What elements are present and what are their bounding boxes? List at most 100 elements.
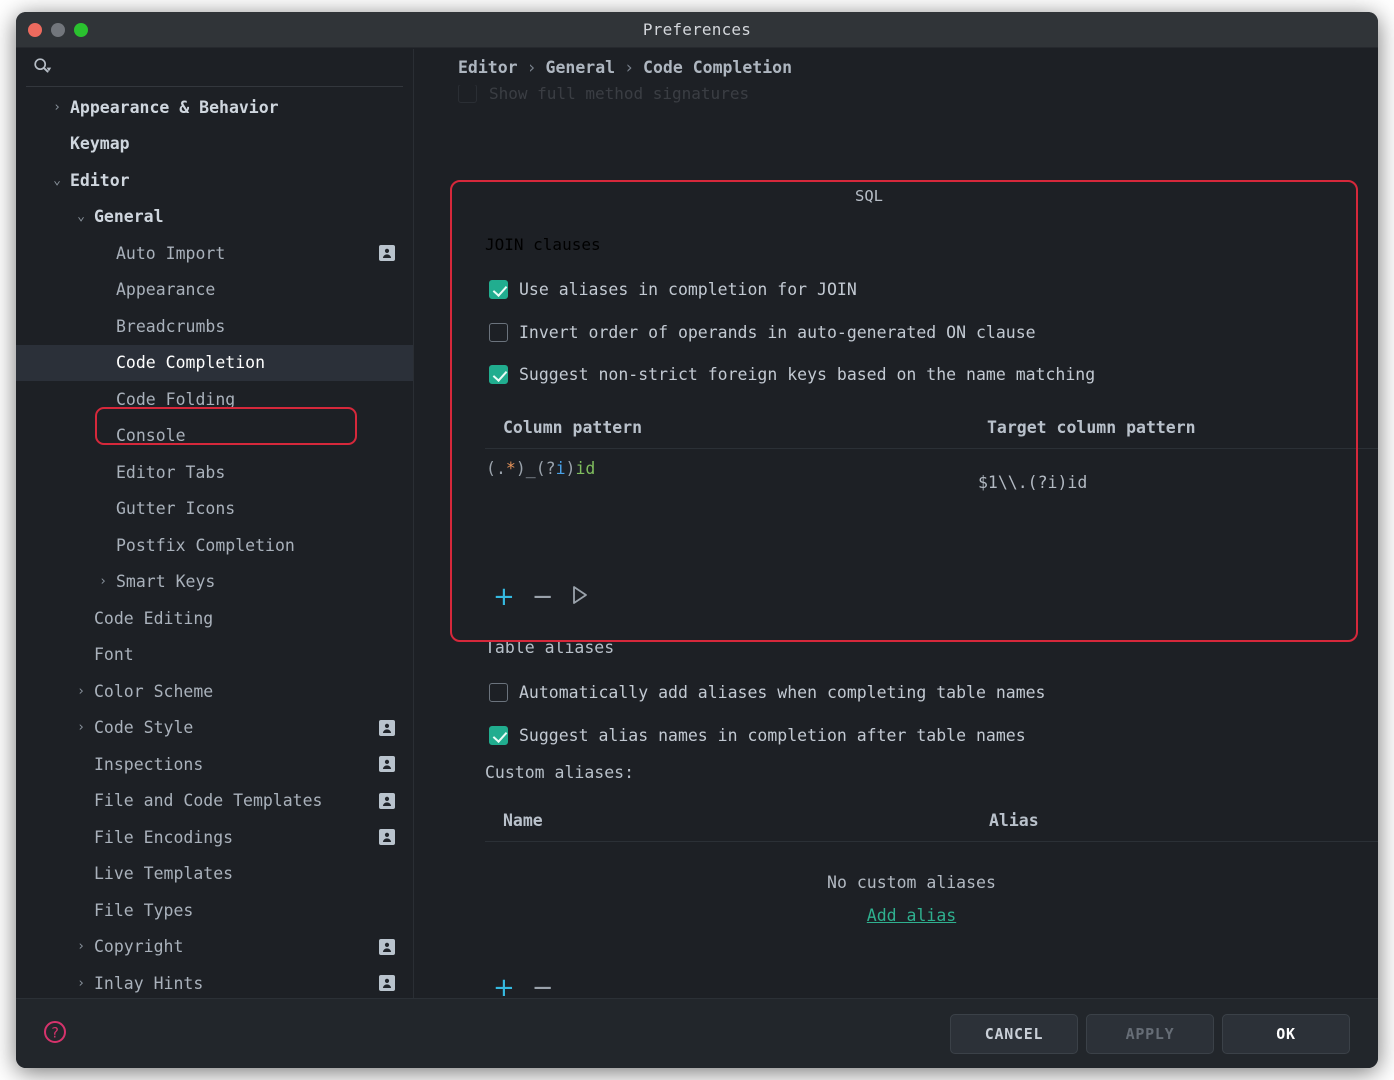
chevron-down-icon[interactable]: ⌄ (50, 174, 64, 187)
column-header-target-column-pattern: Target column pattern (987, 418, 1196, 437)
remove-pattern-button[interactable]: − (532, 584, 554, 610)
add-alias-link[interactable]: Add alias (867, 906, 956, 925)
sidebar-item-inlay-hints[interactable]: › Inlay Hints (16, 965, 413, 998)
chevron-right-icon[interactable]: › (74, 940, 88, 953)
column-header-column-pattern: Column pattern (503, 418, 643, 437)
sidebar-item-file-and-code-templates[interactable]: File and Code Templates (16, 783, 413, 820)
sidebar-item-label: Inlay Hints (94, 973, 204, 993)
sidebar-item-keymap[interactable]: Keymap (16, 126, 413, 163)
table-aliases-label: Table aliases (485, 638, 615, 657)
sidebar-item-code-folding[interactable]: Code Folding (16, 381, 413, 418)
custom-aliases-label: Custom aliases: (485, 763, 635, 782)
add-alias-button[interactable]: + (493, 975, 515, 998)
sidebar-item-label: Postfix Completion (116, 535, 295, 555)
sidebar-item-smart-keys[interactable]: › Smart Keys (16, 564, 413, 601)
sidebar-item-inspections[interactable]: Inspections (16, 746, 413, 783)
alias-table-toolbar: + − (493, 975, 554, 998)
chevron-down-icon[interactable]: ⌄ (74, 210, 88, 223)
sidebar-item-copyright[interactable]: › Copyright (16, 929, 413, 966)
sidebar-item-code-completion[interactable]: Code Completion (16, 344, 413, 381)
settings-main-panel: Show full method signatures SQL JOIN cla… (415, 49, 1378, 998)
option-use-aliases-in-completion-for-join[interactable]: Use aliases in completion for JOIN (489, 280, 857, 299)
sidebar-item-postfix-completion[interactable]: Postfix Completion (16, 527, 413, 564)
option-label: Use aliases in completion for JOIN (519, 280, 857, 299)
breadcrumb-separator: › (526, 57, 537, 77)
table-row-column-pattern[interactable]: (.*)_(?i)id (486, 459, 595, 478)
search-input[interactable] (60, 58, 403, 77)
chevron-right-icon[interactable]: › (74, 685, 88, 698)
sidebar-item-label: Code Editing (94, 608, 214, 628)
sidebar-item-code-style[interactable]: › Code Style (16, 710, 413, 747)
dialog-body: › Appearance & Behavior Keymap ⌄ Editor ⌄ Gene… (16, 49, 1378, 1068)
option-label: Show full method signatures (489, 84, 750, 103)
alias-table-empty-action-wrap: Add alias (485, 906, 1338, 925)
sidebar-item-general[interactable]: ⌄ General (16, 199, 413, 236)
chevron-right-icon[interactable]: › (96, 575, 110, 588)
sidebar-item-appearance-behavior[interactable]: › Appearance & Behavior (16, 89, 413, 126)
option-suggest-alias-names[interactable]: Suggest alias names in completion after … (489, 726, 1026, 745)
svg-text:?: ? (51, 1026, 59, 1042)
alias-table-empty-message: No custom aliases (827, 873, 996, 892)
sidebar-item-breadcrumbs[interactable]: Breadcrumbs (16, 308, 413, 345)
checkbox-suggest-non-strict-foreign-keys[interactable] (489, 365, 508, 384)
option-invert-order-of-operands[interactable]: Invert order of operands in auto-generat… (489, 323, 1036, 342)
sidebar-item-code-editing[interactable]: Code Editing (16, 600, 413, 637)
sidebar-item-console[interactable]: Console (16, 418, 413, 455)
sidebar-item-color-scheme[interactable]: › Color Scheme (16, 673, 413, 710)
preferences-window: Preferences › Appearance & Behavior Keymap… (16, 12, 1378, 1068)
settings-tree: › Appearance & Behavior Keymap ⌄ Editor ⌄ Gene… (16, 89, 413, 998)
sidebar-item-editor-tabs[interactable]: Editor Tabs (16, 454, 413, 491)
cell-column-pattern[interactable]: (.*)_(?i)id (486, 459, 595, 478)
sidebar-item-label: Editor Tabs (116, 462, 226, 482)
run-icon[interactable] (571, 585, 589, 609)
sql-group-label: SQL (855, 187, 883, 205)
checkbox-suggest-alias-names[interactable] (489, 726, 508, 745)
sidebar-item-label: Code Completion (116, 353, 266, 373)
window-title: Preferences (642, 20, 752, 39)
checkbox-show-full-method-signatures[interactable] (458, 84, 477, 103)
clipped-option-show-full-method-signatures: Show full method signatures (458, 84, 749, 103)
sidebar-item-file-types[interactable]: File Types (16, 892, 413, 929)
project-scope-icon (379, 245, 395, 262)
sidebar-search-row[interactable] (26, 49, 403, 87)
sidebar-item-file-encodings[interactable]: File Encodings (16, 819, 413, 856)
checkbox-use-aliases-in-completion-for-join[interactable] (489, 280, 508, 299)
sidebar-item-label: Copyright (94, 937, 184, 957)
add-pattern-button[interactable]: + (493, 584, 515, 610)
checkbox-invert-order-of-operands[interactable] (489, 323, 508, 342)
breadcrumb-item[interactable]: General (546, 58, 616, 77)
sidebar-item-live-templates[interactable]: Live Templates (16, 856, 413, 893)
option-automatically-add-aliases[interactable]: Automatically add aliases when completin… (489, 683, 1046, 702)
sidebar-item-label: File Types (94, 900, 194, 920)
project-scope-icon (379, 756, 395, 773)
project-scope-icon (379, 829, 395, 846)
settings-sidebar: › Appearance & Behavior Keymap ⌄ Editor ⌄ Gene… (16, 49, 414, 998)
sidebar-item-appearance[interactable]: Appearance (16, 272, 413, 309)
sidebar-item-font[interactable]: Font (16, 637, 413, 674)
chevron-right-icon[interactable]: › (74, 977, 88, 990)
sidebar-item-label: Breadcrumbs (116, 316, 226, 336)
breadcrumb-item[interactable]: Editor (458, 58, 518, 77)
sidebar-item-label: Keymap (70, 134, 130, 154)
option-label: Invert order of operands in auto-generat… (519, 323, 1036, 342)
remove-alias-button[interactable]: − (532, 975, 554, 998)
project-scope-icon (379, 975, 395, 992)
settings-scroll-area[interactable]: Show full method signatures SQL JOIN cla… (415, 49, 1378, 998)
sidebar-item-label: Live Templates (94, 864, 234, 884)
cell-target-column-pattern[interactable]: $1\\.(?i)id (978, 473, 1087, 492)
project-scope-icon (379, 938, 395, 955)
sidebar-item-editor[interactable]: ⌄ Editor (16, 162, 413, 199)
help-button[interactable]: ? (38, 1017, 72, 1051)
option-label: Automatically add aliases when completin… (519, 683, 1046, 702)
table-row-target-pattern[interactable]: $1\\.(?i)id (978, 473, 1087, 492)
ok-button[interactable]: OK (1222, 1014, 1350, 1054)
breadcrumb-item[interactable]: Code Completion (643, 58, 792, 77)
option-suggest-non-strict-foreign-keys[interactable]: Suggest non-strict foreign keys based on… (489, 365, 1095, 384)
chevron-right-icon[interactable]: › (74, 721, 88, 734)
checkbox-automatically-add-aliases[interactable] (489, 683, 508, 702)
sidebar-item-label: Color Scheme (94, 681, 214, 701)
cancel-button[interactable]: CANCEL (950, 1014, 1078, 1054)
chevron-right-icon[interactable]: › (50, 101, 64, 114)
sidebar-item-auto-import[interactable]: Auto Import (16, 235, 413, 272)
sidebar-item-gutter-icons[interactable]: Gutter Icons (16, 491, 413, 528)
